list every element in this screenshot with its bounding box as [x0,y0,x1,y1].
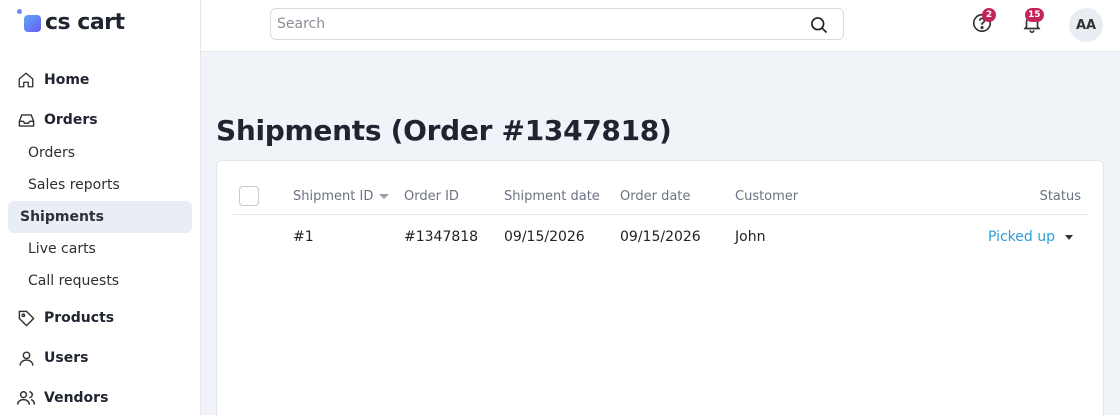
table-row[interactable]: #1 #1347818 09/15/2026 09/15/2026 John P… [233,215,1089,263]
caret-down-icon [1065,234,1073,240]
column-header-order-date[interactable]: Order date [620,189,690,204]
sidebar-item-label: Orders [44,112,98,128]
avatar[interactable]: AA [1069,8,1103,42]
sidebar-nav: Home Orders Orders Sales reports Shipmen… [0,63,200,415]
search-box[interactable] [270,8,844,40]
notifications-button[interactable]: 15 [1021,8,1045,36]
status-label: Picked up [987,229,1055,245]
users-icon [16,388,36,408]
help-badge: 2 [982,8,996,22]
tag-icon [16,308,36,328]
cell-customer: John [735,229,766,245]
column-header-customer[interactable]: Customer [735,189,798,204]
table-header: Shipment ID Order ID Shipment date Order… [233,179,1089,215]
inbox-icon [16,110,36,130]
sidebar-item-users[interactable]: Users [0,341,200,375]
logo[interactable]: cs cart [17,8,125,36]
shipments-table: Shipment ID Order ID Shipment date Order… [216,160,1104,415]
sidebar-subitem-live-carts[interactable]: Live carts [8,233,192,265]
column-header-shipment-id[interactable]: Shipment ID [293,189,390,204]
sidebar-item-label: Users [44,350,89,366]
status-dropdown[interactable]: Picked up [988,229,1073,245]
sidebar-subitem-sales-reports[interactable]: Sales reports [8,169,192,201]
sidebar: cs cart Home Orders Orders Sales reports… [0,0,201,415]
sidebar-subitem-call-requests[interactable]: Call requests [8,265,192,297]
sidebar-subitem-orders[interactable]: Orders [8,137,192,169]
sidebar-subitem-shipments[interactable]: Shipments [8,201,192,233]
logo-icon [17,9,43,35]
help-button[interactable]: 2 [971,8,996,36]
home-icon [16,70,36,90]
sidebar-item-products[interactable]: Products [0,301,200,335]
column-header-order-id[interactable]: Order ID [404,189,459,204]
column-header-shipment-date[interactable]: Shipment date [504,189,600,204]
cell-order-id[interactable]: #1347818 [404,229,478,245]
sidebar-item-label: Vendors [44,390,109,406]
sidebar-item-label: Products [44,310,115,326]
sidebar-item-vendors[interactable]: Vendors [0,381,200,415]
sidebar-item-orders[interactable]: Orders [0,103,200,137]
search-input[interactable] [271,9,791,39]
cell-shipment-id[interactable]: #1 [293,229,314,245]
column-header-status[interactable]: Status [1040,189,1081,204]
cell-order-date: 09/15/2026 [620,229,701,245]
user-icon [16,348,36,368]
logo-text: cs cart [45,9,125,35]
column-label: Shipment ID [293,189,374,204]
page-title: Shipments (Order #1347818) [216,114,672,147]
sort-desc-icon [379,194,390,199]
top-header: 2 15 AA [201,0,1120,52]
cell-shipment-date: 09/15/2026 [504,229,585,245]
sidebar-item-home[interactable]: Home [0,63,200,97]
search-icon[interactable] [809,15,829,39]
select-all-checkbox[interactable] [239,186,259,206]
notifications-badge: 15 [1025,8,1044,22]
sidebar-item-label: Home [44,72,90,88]
